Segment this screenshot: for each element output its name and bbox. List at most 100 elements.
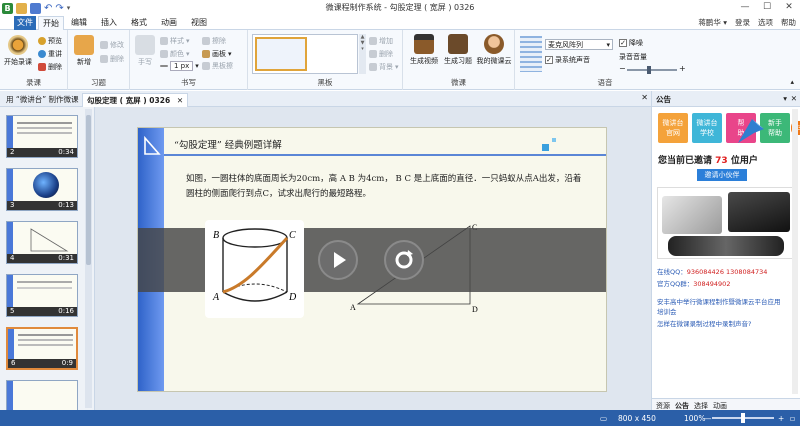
delete-exercise-button[interactable]: 删除 (100, 54, 124, 64)
news-link-training[interactable]: 安丰高中举行微课程制作暨微课云平台应用 培训会 (657, 296, 781, 316)
device-select[interactable]: 麦克风阵列 ▾ (545, 39, 613, 50)
pin-icon[interactable]: ▾ (783, 94, 787, 103)
pen-width-select[interactable]: 1 px ▾ (160, 61, 199, 71)
thumb-footer: 3 0:13 (7, 201, 77, 210)
zoom-in-button[interactable]: + (778, 414, 784, 423)
panel-scrollbar[interactable] (792, 109, 798, 394)
volume-plus[interactable]: + (679, 64, 686, 73)
slide-thumbnail-4[interactable]: 4 0:31 (6, 221, 78, 264)
close-panel-icon[interactable]: ✕ (791, 94, 797, 103)
delete-icon (100, 55, 108, 63)
tab-format[interactable]: 格式 (128, 16, 150, 30)
volume-minus[interactable]: − (619, 64, 626, 73)
preview-button[interactable]: 预览 (38, 36, 62, 46)
scrollbar-thumb[interactable] (86, 115, 91, 265)
close-tab-icon[interactable]: ✕ (177, 96, 183, 105)
slide-thumbnail-6-selected[interactable]: 6 0:9 (6, 327, 78, 370)
invite-friends-button[interactable]: 邀请小伙伴 (697, 169, 747, 181)
exercise-group-label: 习题 (91, 78, 106, 87)
zoom-slider-knob[interactable] (741, 413, 745, 423)
maximize-button[interactable]: ☐ (756, 0, 778, 15)
chevron-down-icon: ▾ (606, 41, 610, 49)
play-button[interactable] (318, 240, 358, 280)
replay-button[interactable] (384, 240, 424, 280)
title-divider (164, 154, 606, 156)
exercise-group: 新增 修改 删除 习题 (68, 30, 130, 90)
writing-group: 手写 样式 ▾ 颜色 ▾ 1 px ▾ 擦除 画板 ▾ 黑板擦 书写 (130, 30, 248, 90)
invite-summary: 您当前已邀请 73 位用户 (658, 156, 758, 166)
gallery-scroll[interactable]: ▲ ▼ ▾ (359, 34, 366, 74)
delete-blackboard-button[interactable]: 删除 (369, 49, 393, 59)
slide-thumbnail-2[interactable]: 2 0:34 (6, 115, 78, 158)
blackboard-eraser-button[interactable]: 黑板擦 (202, 61, 233, 71)
record-delete-button[interactable]: 删除 (38, 62, 62, 72)
tab-selection[interactable]: 选择 (694, 401, 708, 410)
close-document-icon[interactable]: ✕ (641, 93, 648, 102)
background-dropdown[interactable]: 背景 ▾ (369, 62, 399, 72)
eraser-button[interactable]: 擦除 (202, 36, 226, 46)
new-exercise-icon (74, 35, 94, 55)
zoom-out-button[interactable]: — (704, 414, 712, 423)
online-qq: 在线QQ：936084426 1308084734 (657, 268, 768, 276)
rerecord-button[interactable]: 重讲 (38, 49, 62, 59)
record-system-checkbox[interactable]: ✓ 录系统声音 (545, 55, 590, 65)
doc-tab-pythagoras[interactable]: 勾股定理 ( 宽屏 ) 0326 ✕ (82, 93, 189, 107)
audio-icon-strip (520, 36, 542, 72)
thumb-triangle-drawing (30, 228, 69, 252)
tab-file[interactable]: 文件 (14, 16, 36, 30)
tab-resources[interactable]: 资源 (656, 401, 670, 410)
my-cloud-button[interactable]: 我的微课云 (475, 34, 513, 66)
slide-thumbnail-3[interactable]: 3 0:13 (6, 168, 78, 211)
school-button[interactable]: 微讲台 学校 (692, 113, 722, 143)
user-avatar-icon (484, 34, 504, 54)
noise-reduction-checkbox[interactable]: ✓ 降噪 (619, 38, 643, 48)
slide-thumbnail-7[interactable] (6, 380, 78, 410)
tab-edit[interactable]: 编辑 (68, 16, 90, 30)
start-record-button[interactable]: 开始录课 (3, 35, 33, 67)
help-link[interactable]: 帮助 (781, 17, 796, 28)
user-name[interactable]: 蒋鹏华 ▾ (698, 17, 727, 28)
fit-icon[interactable]: ▫ (790, 414, 795, 423)
tab-animation-panel[interactable]: 动画 (713, 401, 727, 410)
news-link-record-audio[interactable]: 怎样在微课录制过程中录制声音? (657, 318, 751, 328)
board-icon (202, 50, 210, 58)
style-dropdown[interactable]: 样式 ▾ (160, 36, 190, 46)
options-link[interactable]: 选项 (758, 17, 773, 28)
doc-tab-intro[interactable]: 用 “微讲台” 制作微课 (2, 93, 83, 107)
collapse-ribbon-icon[interactable]: ▴ (790, 78, 794, 86)
tab-view[interactable]: 视图 (188, 16, 210, 30)
thumb-content (17, 281, 72, 283)
product-photo (657, 187, 793, 259)
tab-announcement[interactable]: 公告 (675, 401, 689, 410)
generate-exercise-button[interactable]: 生成习题 (441, 34, 475, 66)
window-controls: — ☐ ✕ (734, 0, 800, 15)
close-button[interactable]: ✕ (778, 0, 800, 15)
new-exercise-button[interactable]: 新增 (72, 35, 96, 67)
title-bar: B ↶ ↷ ▾ 微课程制作系统 - 勾股定理 ( 宽屏 ) 0326 — ☐ ✕ (0, 0, 800, 16)
invite-count: 73 (715, 156, 728, 166)
bird-logo-icon (738, 119, 764, 143)
tab-animation[interactable]: 动画 (158, 16, 180, 30)
tab-insert[interactable]: 插入 (98, 16, 120, 30)
generate-video-button[interactable]: 生成视频 (407, 34, 441, 66)
play-icon (334, 252, 346, 268)
add-blackboard-button[interactable]: 增加 (369, 36, 393, 46)
tab-home[interactable]: 开始 (38, 16, 64, 31)
modify-exercise-button[interactable]: 修改 (100, 40, 124, 50)
blackboard-thumbnail[interactable] (255, 37, 307, 71)
volume-slider[interactable]: − + (619, 64, 686, 74)
blackboard-gallery[interactable] (252, 34, 358, 74)
login-link[interactable]: 登录 (735, 17, 750, 28)
slide-title: “勾股定理” 经典例题详解 (174, 140, 282, 151)
color-dropdown[interactable]: 颜色 ▾ (160, 49, 190, 59)
minimize-button[interactable]: — (734, 0, 756, 15)
draw-board-dropdown[interactable]: 画板 ▾ (202, 49, 232, 59)
volume-label: 录音音量 (619, 53, 647, 61)
cylinder-label-d: D (288, 292, 297, 303)
official-site-button[interactable]: 微讲台 官网 (658, 113, 688, 143)
handwrite-button[interactable]: 手写 (134, 35, 156, 67)
slide-thumbnail-5[interactable]: 5 0:16 (6, 274, 78, 317)
modify-icon (100, 41, 108, 49)
thumbnail-scrollbar[interactable] (85, 109, 92, 408)
volume-knob[interactable] (647, 66, 651, 74)
